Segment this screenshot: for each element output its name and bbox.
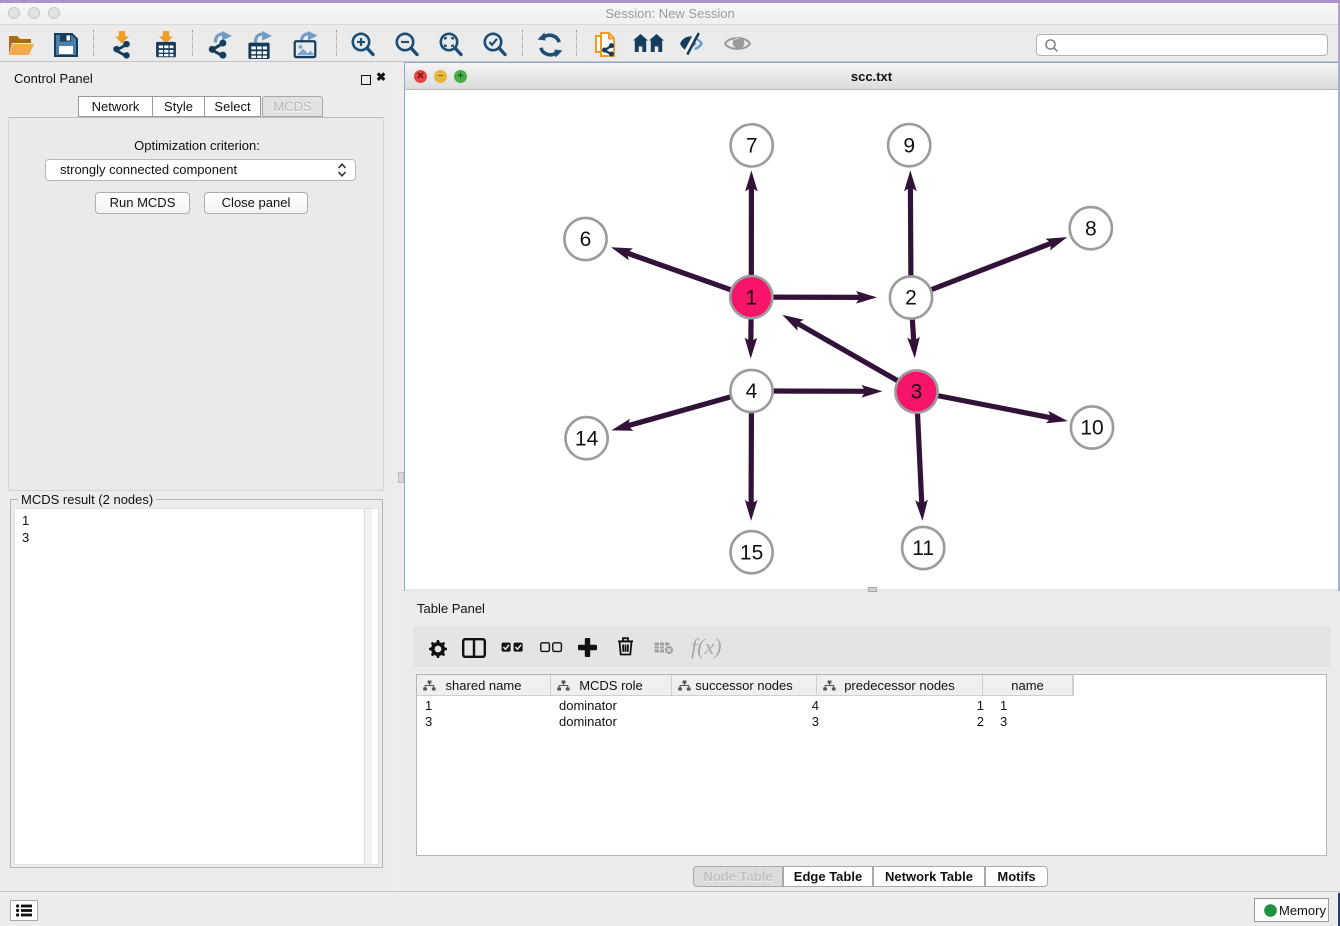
svg-text:9: 9	[903, 134, 915, 157]
svg-text:6: 6	[580, 228, 592, 251]
svg-text:8: 8	[1085, 217, 1097, 240]
svg-text:10: 10	[1080, 417, 1103, 440]
svg-text:7: 7	[746, 135, 758, 158]
svg-text:4: 4	[746, 380, 758, 403]
svg-text:14: 14	[575, 427, 599, 450]
svg-text:11: 11	[912, 537, 934, 560]
svg-text:1: 1	[745, 286, 757, 309]
svg-text:3: 3	[911, 381, 923, 404]
svg-text:15: 15	[740, 541, 763, 564]
svg-text:2: 2	[905, 287, 917, 310]
